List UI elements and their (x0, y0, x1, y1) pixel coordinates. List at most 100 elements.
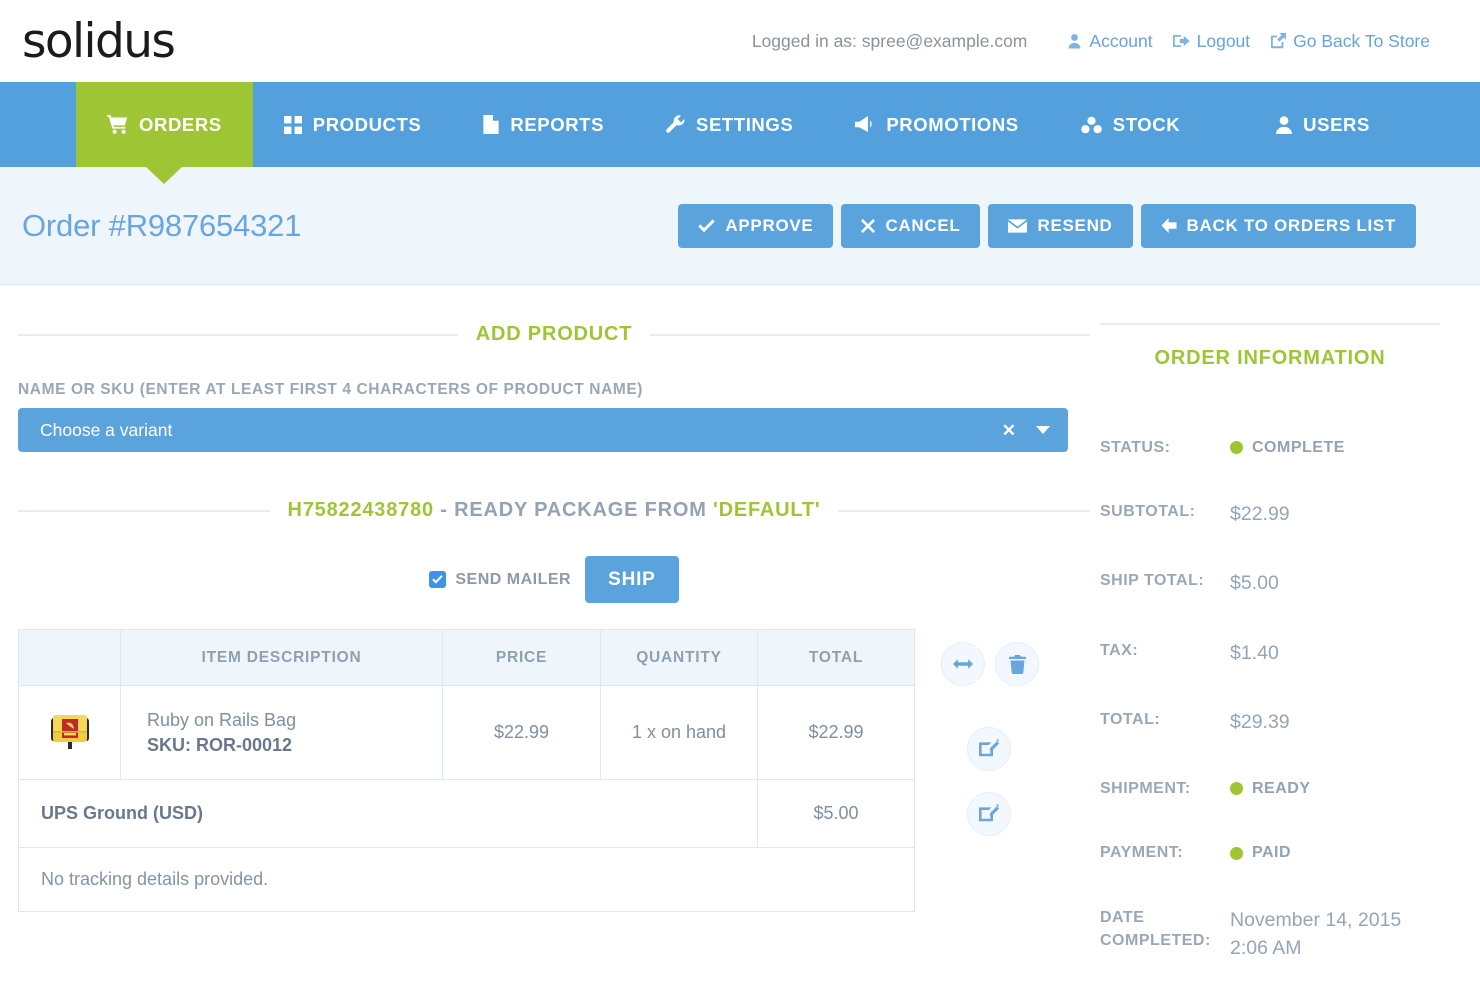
package-legend: H75822438780 - READY PACKAGE FROM 'DEFAU… (18, 499, 1090, 522)
shipment-badge: READY (1230, 777, 1311, 800)
line-items-table-head: ITEM DESCRIPTION PRICE QUANTITY TOTAL (18, 629, 915, 686)
tracking-details-text: No tracking details provided. (18, 847, 915, 912)
edit-tracking-button[interactable] (967, 792, 1011, 836)
item-quantity-cell: 1 x on hand (600, 685, 758, 780)
chevron-down-icon[interactable] (1036, 426, 1050, 434)
envelope-icon (1008, 218, 1028, 233)
order-edit-panel: ADD PRODUCT NAME OR SKU (ENTER AT LEAST … (0, 285, 1091, 986)
top-header: solidus Logged in as: spree@example.com … (0, 0, 1480, 82)
user-bar: Logged in as: spree@example.com Account … (752, 31, 1430, 52)
go-back-to-store-label: Go Back To Store (1293, 30, 1430, 51)
nav-item-orders-label: ORDERS (139, 113, 222, 135)
info-key-subtotal: SUBTOTAL: (1100, 503, 1196, 521)
account-link-label: Account (1089, 30, 1153, 51)
info-value-total: $29.39 (1230, 710, 1290, 733)
solidus-logo: solidus (22, 13, 176, 69)
line-item-actions (941, 642, 1065, 686)
clear-selection-icon[interactable]: ✕ (1002, 422, 1016, 439)
info-row-total: TOTAL: $29.39 (1100, 708, 1440, 736)
order-information-list: STATUS: COMPLETE SUBTOTAL: $22.99 SHIP T… (1100, 436, 1440, 962)
legend-rule-right (650, 333, 1091, 336)
go-back-to-store-link[interactable]: Go Back To Store (1270, 31, 1430, 52)
variant-select-placeholder: Choose a variant (40, 419, 173, 440)
account-link[interactable]: Account (1067, 30, 1153, 52)
active-tab-caret (146, 167, 183, 184)
nav-item-stock-label: STOCK (1112, 113, 1181, 135)
nav-item-promotions[interactable]: PROMOTIONS (824, 82, 1049, 167)
ship-button[interactable]: SHIP (585, 556, 679, 603)
nav-item-products-label: PRODUCTS (312, 113, 422, 135)
wrench-icon (666, 115, 685, 134)
grid-icon (283, 115, 302, 134)
actions-spacer-1 (941, 686, 1065, 727)
info-key-total: TOTAL: (1100, 710, 1161, 728)
back-to-orders-list-button[interactable]: BACK TO ORDERS LIST (1140, 203, 1416, 248)
logout-icon (1172, 33, 1190, 49)
resend-button-label: RESEND (1037, 215, 1113, 235)
cancel-button-label: CANCEL (885, 215, 961, 235)
arrows-h-icon (953, 659, 973, 669)
shipment-dot-icon (1230, 782, 1243, 796)
product-sku: SKU: ROR-00012 (147, 733, 442, 758)
nav-item-promotions-label: PROMOTIONS (886, 113, 1019, 135)
pencil-square-icon (979, 739, 999, 757)
page-content: ADD PRODUCT NAME OR SKU (ENTER AT LEAST … (0, 285, 1480, 986)
bullhorn-icon (855, 115, 875, 134)
back-to-orders-list-label: BACK TO ORDERS LIST (1186, 215, 1396, 235)
package-legend-rule-right (838, 509, 1090, 512)
nav-item-orders[interactable]: ORDERS (76, 82, 253, 184)
sku-label: SKU: (147, 734, 191, 755)
nav-item-stock[interactable]: STOCK (1050, 82, 1211, 167)
add-product-legend-label: ADD PRODUCT (475, 323, 633, 345)
page-actions: APPROVE CANCEL RESEND BACK TO ORDERS LIS… (678, 203, 1416, 248)
nav-item-products[interactable]: PRODUCTS (253, 82, 453, 167)
info-value-ship-total: $5.00 (1230, 572, 1279, 595)
pencil-square-icon (979, 804, 999, 822)
logout-link-label: Logout (1196, 30, 1251, 51)
info-key-tax: TAX: (1100, 641, 1139, 659)
info-key-ship-total: SHIP TOTAL: (1100, 572, 1205, 590)
main-navigation: ORDERS PRODUCTS REPORTS SETTINGS PROMOTI… (0, 82, 1480, 184)
logout-link[interactable]: Logout (1172, 30, 1251, 52)
col-header-item-description: ITEM DESCRIPTION (120, 629, 443, 686)
variant-select[interactable]: Choose a variant ✕ (18, 408, 1068, 452)
info-value-status: COMPLETE (1252, 439, 1345, 456)
info-value-shipment: READY (1252, 780, 1311, 798)
info-row-shipment: SHIPMENT: READY (1100, 777, 1440, 800)
sidebar-top-spacer (1100, 285, 1440, 323)
item-description-cell: Ruby on Rails Bag SKU: ROR-00012 (120, 685, 443, 780)
col-header-total: TOTAL (757, 629, 915, 686)
nav-item-settings-label: SETTINGS (696, 113, 794, 135)
table-row: Ruby on Rails Bag SKU: ROR-00012 $22.99 … (18, 685, 915, 780)
product-thumbnail-cell (18, 685, 121, 780)
edit-shipping-method-button[interactable] (967, 727, 1011, 771)
status-dot-icon (1230, 441, 1243, 455)
package-legend-rule-left (18, 509, 270, 512)
info-key-payment: PAYMENT: (1100, 844, 1184, 862)
nav-item-users[interactable]: USERS (1245, 82, 1401, 167)
package-legend-label: H75822438780 - READY PACKAGE FROM 'DEFAU… (288, 499, 821, 522)
cancel-button[interactable]: CANCEL (841, 203, 981, 248)
info-key-date-completed: DATE COMPLETED: (1100, 908, 1211, 949)
send-mailer-checkbox[interactable]: SEND MAILER (429, 571, 571, 589)
resend-button[interactable]: RESEND (988, 203, 1133, 248)
product-thumbnail[interactable] (45, 705, 95, 755)
col-header-image (18, 629, 121, 686)
logged-in-text: Logged in as: spree@example.com (751, 30, 1028, 51)
status-badge: COMPLETE (1230, 436, 1345, 459)
delete-item-button[interactable] (995, 642, 1039, 686)
approve-button-label: APPROVE (725, 215, 814, 235)
shipping-method-row: UPS Ground (USD) $5.00 (18, 779, 915, 848)
shipping-method-total: $5.00 (757, 779, 915, 848)
info-row-ship-total: SHIP TOTAL: $5.00 (1100, 569, 1440, 597)
legend-rule-left (18, 333, 458, 336)
info-row-payment: PAYMENT: PAID (1100, 841, 1440, 864)
shopping-cart-icon (107, 115, 128, 134)
page-title-bar: Order #R987654321 APPROVE CANCEL RESEND … (0, 167, 1480, 285)
nav-item-reports-label: REPORTS (510, 113, 605, 135)
nav-item-reports[interactable]: REPORTS (452, 82, 635, 167)
split-item-button[interactable] (941, 642, 985, 686)
approve-button[interactable]: APPROVE (678, 203, 834, 248)
nav-item-settings[interactable]: SETTINGS (635, 82, 824, 167)
table-header-row: ITEM DESCRIPTION PRICE QUANTITY TOTAL (18, 629, 915, 686)
